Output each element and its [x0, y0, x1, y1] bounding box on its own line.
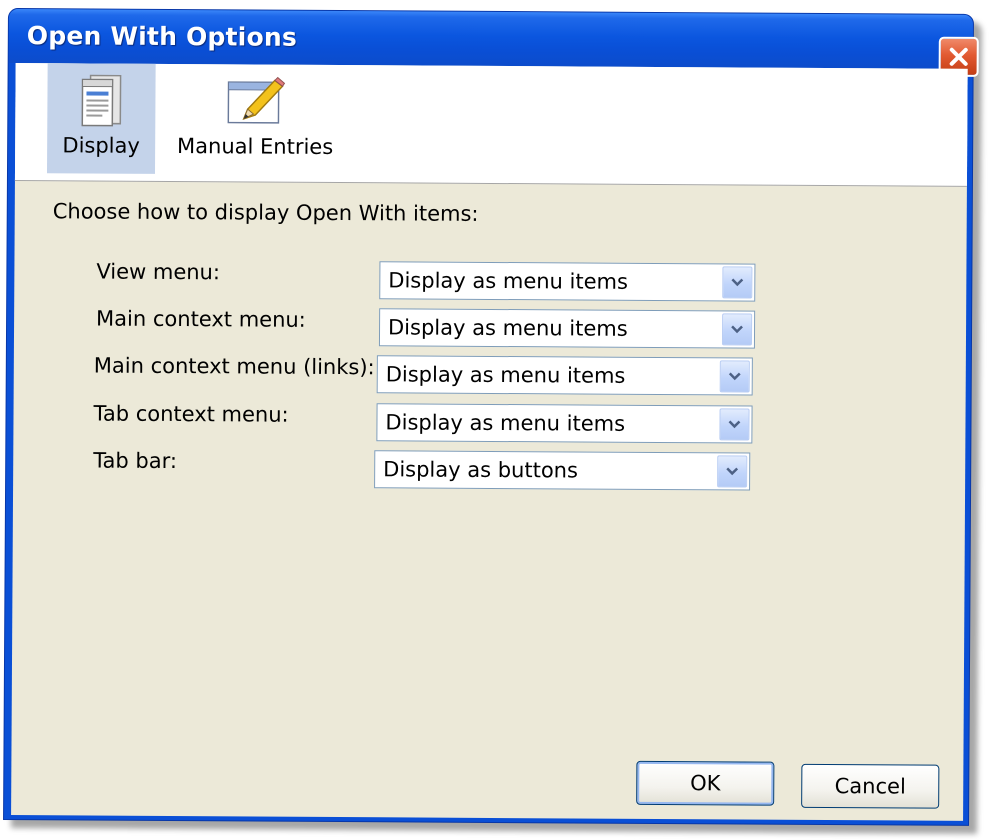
tab-bar-value: Display as buttons	[383, 457, 579, 483]
display-icon	[81, 74, 122, 127]
tab-display[interactable]: Display	[46, 63, 156, 174]
tab-bar-label: Tab bar:	[93, 448, 178, 474]
view-menu-label: View menu:	[96, 259, 221, 285]
main-context-menu-select[interactable]: Display as menu items	[378, 308, 756, 349]
main-context-menu-value: Display as menu items	[387, 315, 628, 341]
tab-display-label: Display	[62, 133, 140, 158]
tab-context-menu-dropdown-button[interactable]	[719, 408, 750, 441]
cancel-button[interactable]: Cancel	[801, 763, 940, 809]
window-title: Open With Options	[26, 21, 298, 52]
chevron-down-icon	[731, 278, 744, 287]
instructions-text: Choose how to display Open With items:	[52, 199, 479, 226]
title-bar[interactable]: Open With Options	[8, 9, 979, 77]
view-menu-dropdown-button[interactable]	[722, 266, 753, 299]
pencil-edit-icon	[227, 76, 286, 124]
main-context-menu-label: Main context menu:	[96, 306, 306, 332]
options-toolbar: Display Manual Entries	[14, 63, 968, 187]
tab-context-menu-select[interactable]: Display as menu items	[376, 403, 753, 444]
tab-manual-entries-label: Manual Entries	[177, 134, 334, 159]
main-context-menu-links-select[interactable]: Display as menu items	[376, 355, 753, 396]
close-icon	[949, 47, 968, 66]
view-menu-select[interactable]: Display as menu items	[379, 261, 756, 302]
chevron-down-icon	[731, 325, 743, 334]
dialog-client-area: Display Manual Entries Choose how to dis…	[11, 63, 968, 821]
view-menu-value: Display as menu items	[388, 268, 629, 294]
main-context-menu-links-value: Display as menu items	[385, 362, 626, 388]
ok-button[interactable]: OK	[636, 760, 775, 806]
tab-bar-dropdown-button[interactable]	[717, 455, 748, 488]
chevron-down-icon	[728, 420, 741, 429]
tab-context-menu-value: Display as menu items	[385, 410, 626, 436]
main-context-menu-links-label: Main context menu (links):	[93, 353, 375, 380]
tab-bar-select[interactable]: Display as buttons	[374, 450, 751, 491]
chevron-down-icon	[728, 372, 741, 381]
chevron-down-icon	[726, 467, 739, 476]
tab-manual-entries[interactable]: Manual Entries	[165, 64, 346, 175]
tab-context-menu-label: Tab context menu:	[93, 401, 289, 427]
main-context-menu-links-dropdown-button[interactable]	[719, 360, 750, 393]
dialog-window: Open With Options Display Manual Entries…	[3, 8, 979, 826]
main-context-menu-dropdown-button[interactable]	[721, 313, 753, 346]
